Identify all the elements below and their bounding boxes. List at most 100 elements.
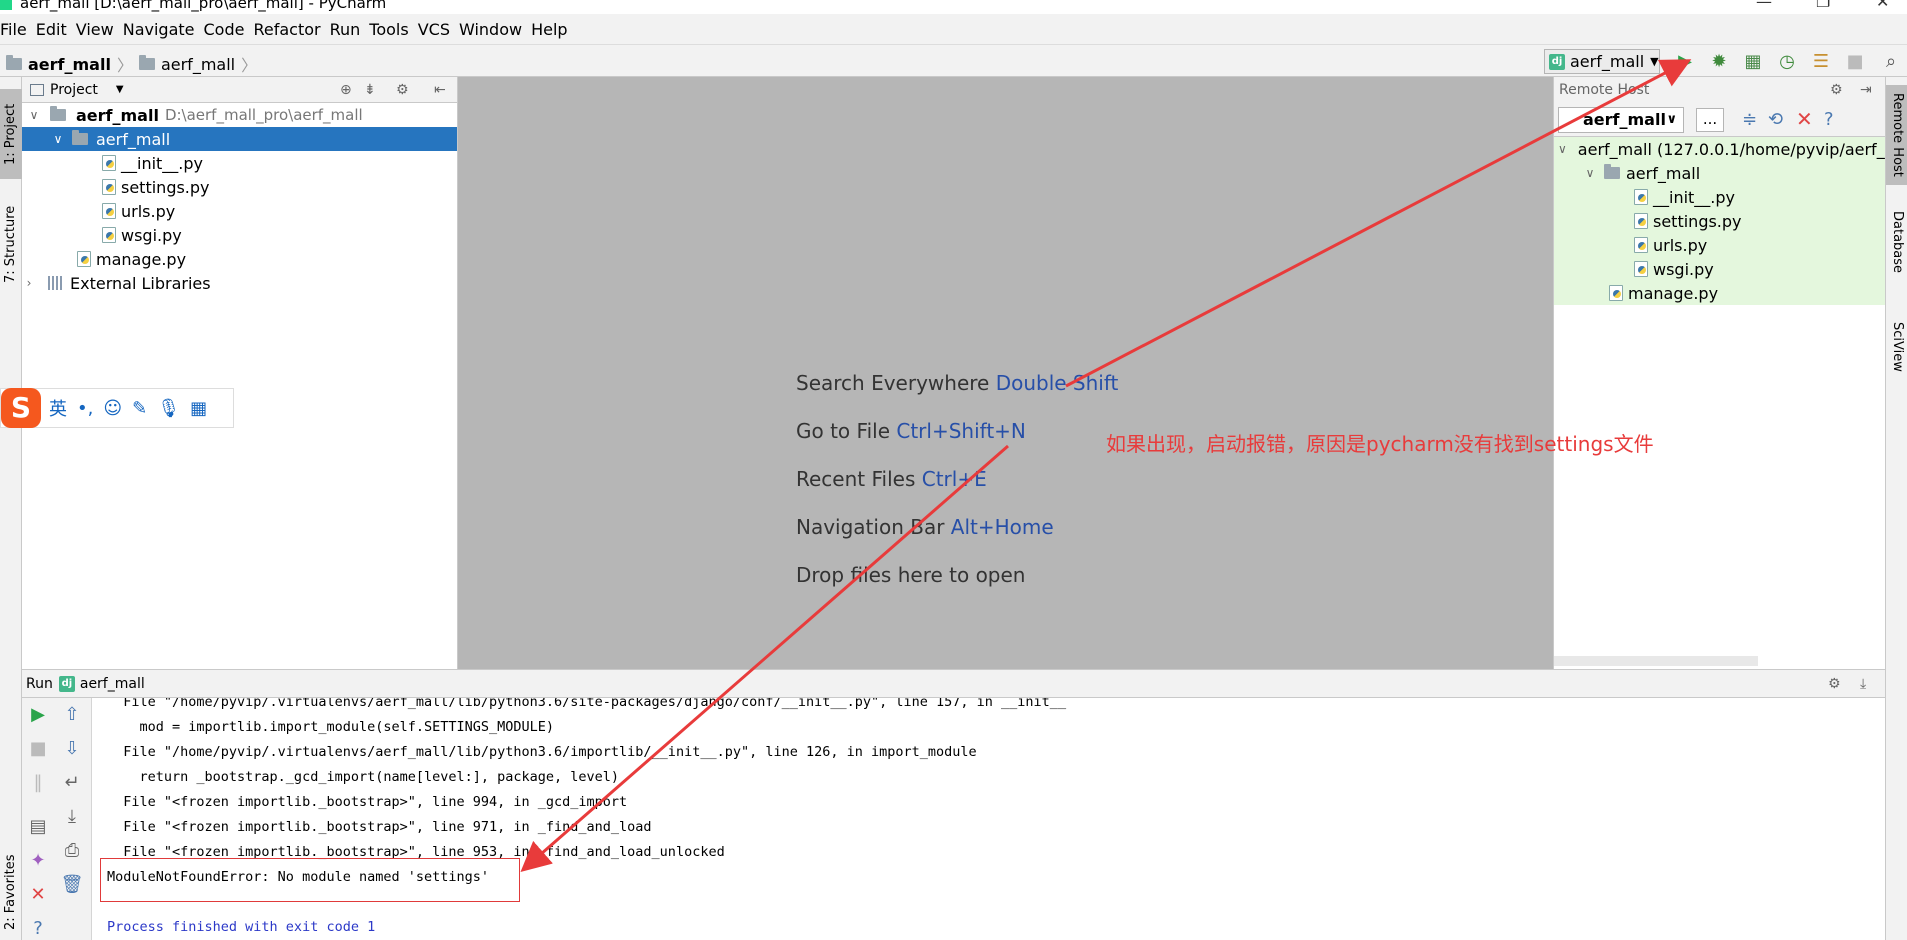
tree-file[interactable]: manage.py — [22, 247, 457, 271]
chevron-down-icon[interactable]: ∨ — [50, 132, 66, 146]
sogou-logo-icon[interactable]: S — [1, 388, 41, 428]
pen-icon[interactable]: ✎ — [132, 398, 147, 419]
locate-icon[interactable]: ⊕ — [340, 82, 352, 98]
tree-file[interactable]: urls.py — [22, 199, 457, 223]
help-icon[interactable]: ? — [1824, 109, 1834, 130]
microphone-icon[interactable]: 🎙 — [157, 398, 180, 419]
run-tab-label[interactable]: Run — [26, 676, 53, 692]
tree-package[interactable]: ∨ aerf_mall — [22, 127, 457, 151]
menu-vcs[interactable]: VCS — [418, 20, 457, 39]
scroll-up-icon[interactable]: ⇧ — [60, 704, 84, 725]
menu-navigate[interactable]: Navigate — [123, 20, 202, 39]
tree-external-libraries[interactable]: › External Libraries — [22, 271, 457, 295]
project-panel-title[interactable]: Project — [50, 82, 98, 98]
hint-search-everywhere: Search Everywhere Double Shift — [796, 371, 1118, 395]
remote-tree-file[interactable]: manage.py — [1554, 281, 1885, 305]
console-output[interactable]: File "/home/pyvip/.virtualenvs/aerf_mall… — [93, 698, 1885, 940]
toolbox-icon[interactable]: ▦ — [190, 398, 207, 419]
remote-tree-file[interactable]: urls.py — [1554, 233, 1885, 257]
tree-file[interactable]: wsgi.py — [22, 223, 457, 247]
run-config-name[interactable]: aerf_mall — [80, 676, 145, 692]
remote-tree-file[interactable]: settings.py — [1554, 209, 1885, 233]
gear-icon[interactable]: ⚙ — [396, 82, 409, 98]
stop-icon[interactable]: ■ — [26, 738, 50, 759]
pin-icon[interactable]: ✦ — [26, 850, 50, 871]
sync-icon[interactable]: ⟲ — [1768, 109, 1783, 130]
hint-text: Recent Files — [796, 467, 916, 491]
remote-root-label: aerf_mall (127.0.0.1/home/pyvip/aerf_m — [1577, 139, 1901, 159]
menu-code[interactable]: Code — [204, 20, 252, 39]
emoji-icon[interactable]: ☺ — [103, 398, 122, 419]
menu-view[interactable]: View — [76, 20, 121, 39]
restore-icon[interactable]: ❐ — [1816, 0, 1830, 11]
concurrency-icon[interactable]: ☰ — [1810, 51, 1832, 73]
scroll-down-icon[interactable]: ⇩ — [60, 738, 84, 759]
profile-icon[interactable]: ◷ — [1776, 51, 1798, 73]
close-icon[interactable]: ✕ — [26, 884, 50, 905]
tab-sciview[interactable]: SciView — [1886, 311, 1907, 383]
ime-toolbar: S 英 •, ☺ ✎ 🎙 ▦ — [0, 388, 234, 428]
remote-tree-root[interactable]: ∨ aerf_mall (127.0.0.1/home/pyvip/aerf_m — [1554, 137, 1900, 161]
tree-file[interactable]: __init__.py — [22, 151, 457, 175]
hide-panel-icon[interactable]: ⤓ — [1860, 676, 1866, 692]
menu-refactor[interactable]: Refactor — [253, 20, 327, 39]
gear-icon[interactable]: ⚙ — [1830, 82, 1843, 98]
chevron-down-icon[interactable]: ▼ — [116, 84, 124, 95]
scroll-to-end-icon[interactable]: ⤓ — [60, 806, 84, 827]
chevron-down-icon[interactable]: ∨ — [1582, 166, 1598, 180]
pause-icon[interactable]: ‖ — [26, 772, 50, 793]
tree-file-label: manage.py — [96, 249, 187, 269]
search-icon[interactable]: ⌕ — [1880, 51, 1902, 73]
tree-root-path: D:\aerf_mall_pro\aerf_mall — [164, 106, 363, 124]
trash-icon[interactable]: 🗑 — [60, 874, 84, 895]
restore-layout-icon[interactable]: ▤ — [26, 816, 50, 837]
run-icon[interactable]: ▶ — [1674, 51, 1696, 73]
tab-structure[interactable]: 7: Structure — [0, 197, 22, 292]
breadcrumb-child[interactable]: aerf_mall — [161, 55, 235, 74]
soft-wrap-icon[interactable]: ↵ — [60, 772, 84, 793]
menu-edit[interactable]: Edit — [36, 20, 74, 39]
collapse-all-icon[interactable]: ⇟ — [364, 82, 376, 98]
hide-panel-icon[interactable]: ⇤ — [434, 82, 446, 98]
tree-root[interactable]: ∨ aerf_mall D:\aerf_mall_pro\aerf_mall — [22, 103, 457, 127]
tab-favorites[interactable]: 2: Favorites — [0, 847, 22, 937]
close-icon[interactable]: ✕ — [1876, 0, 1889, 11]
menu-window[interactable]: Window — [459, 20, 529, 39]
help-icon[interactable]: ? — [26, 918, 50, 939]
ime-lang-toggle[interactable]: 英 — [49, 395, 67, 421]
breadcrumb-root[interactable]: aerf_mall — [28, 55, 111, 74]
tab-remote-host[interactable]: Remote Host — [1886, 85, 1907, 185]
tab-database[interactable]: Database — [1886, 201, 1907, 283]
menu-help[interactable]: Help — [531, 20, 574, 39]
tab-project[interactable]: 1: Project — [0, 89, 22, 179]
chevron-down-icon[interactable]: ∨ — [1558, 142, 1567, 156]
close-icon[interactable]: ✕ — [1796, 107, 1813, 131]
tree-file[interactable]: settings.py — [22, 175, 457, 199]
browse-button[interactable]: ... — [1696, 108, 1724, 132]
chevron-right-icon[interactable]: › — [22, 276, 36, 290]
remote-tree-file[interactable]: __init__.py — [1554, 185, 1885, 209]
editor-empty-area[interactable]: Search Everywhere Double Shift Go to Fil… — [458, 77, 1553, 669]
run-config-select[interactable]: dj aerf_mall ▼ — [1544, 49, 1660, 74]
minimize-icon[interactable]: — — [1756, 0, 1772, 11]
collapse-all-icon[interactable]: ≑ — [1742, 109, 1757, 130]
hide-panel-icon[interactable]: ⇥ — [1860, 82, 1872, 98]
remote-tree-folder[interactable]: ∨ aerf_mall — [1554, 161, 1885, 185]
breadcrumb-separator: 〉 — [241, 56, 258, 75]
menu-run[interactable]: Run — [330, 20, 368, 39]
gear-icon[interactable]: ⚙ — [1828, 676, 1841, 692]
debug-icon[interactable]: ✹ — [1708, 51, 1730, 73]
remote-host-title: Remote Host — [1559, 82, 1650, 98]
remote-server-select[interactable]: aerf_mall ∨ — [1558, 107, 1684, 133]
remote-tree-file[interactable]: wsgi.py — [1554, 257, 1885, 281]
punctuation-icon[interactable]: •, — [77, 398, 93, 419]
console-line: File "/home/pyvip/.virtualenvs/aerf_mall… — [107, 744, 977, 760]
horizontal-scrollbar[interactable] — [1554, 656, 1758, 666]
menu-tools[interactable]: Tools — [369, 20, 415, 39]
stop-icon[interactable]: ■ — [1844, 51, 1866, 73]
coverage-icon[interactable]: ▦ — [1742, 51, 1764, 73]
menu-file[interactable]: File — [0, 20, 34, 39]
print-icon[interactable]: ⎙ — [60, 840, 84, 861]
chevron-down-icon[interactable]: ∨ — [26, 108, 42, 122]
rerun-icon[interactable]: ▶ — [26, 704, 50, 725]
